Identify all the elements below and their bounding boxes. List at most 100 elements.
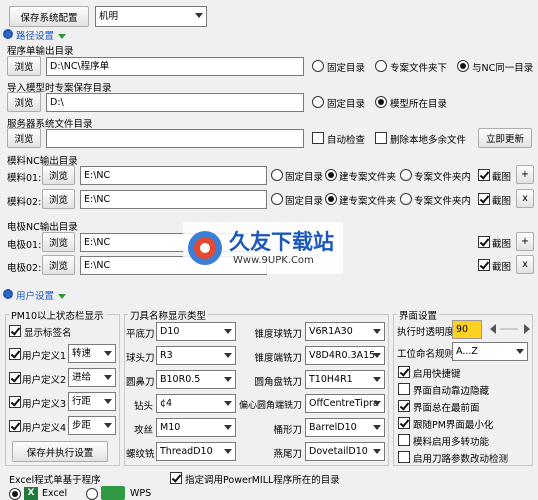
mold-row-2-radio-new-folder[interactable] [325, 193, 337, 205]
toolpath-detect-checkbox[interactable] [398, 451, 410, 463]
program-output-browse-button[interactable]: 浏览 [7, 56, 41, 76]
electrode-row-2-browse-button[interactable]: 浏览 [42, 255, 75, 275]
mold-row-2-input[interactable]: E:\NC [80, 190, 267, 209]
chevron-down-icon [224, 377, 232, 382]
model-save-radio-model[interactable] [375, 96, 387, 108]
user-define-2-checkbox[interactable] [9, 372, 21, 384]
mold-row-2-snapshot-checkbox[interactable] [478, 193, 490, 205]
program-output-radio-fixed[interactable] [312, 60, 324, 72]
chevron-down-icon [104, 399, 112, 404]
chevron-down-icon [373, 377, 381, 382]
watermark-logo-icon [188, 231, 222, 265]
tool-right-5-select[interactable]: BarrelD10 [305, 418, 385, 437]
tool-right-6-value: DovetailD10 [309, 446, 368, 457]
opacity-input[interactable]: 90 [452, 320, 482, 339]
auto-check-checkbox[interactable] [312, 132, 324, 144]
electrode-row-2-remove-button[interactable]: x [516, 255, 534, 274]
user-define-2-label: 用户定义2 [22, 375, 67, 386]
electrode-row-2-name: 电极02: [7, 263, 42, 274]
model-save-option-fixed: 固定目录 [327, 99, 366, 110]
user-define-2-select[interactable]: 进给 [68, 368, 116, 387]
multi-rotate-checkbox[interactable] [398, 434, 410, 446]
tool-right-1-select[interactable]: V6R1A30 [305, 322, 385, 341]
watermark: 久友下载站 Www.9UPK.Com [183, 222, 343, 274]
delete-local-checkbox[interactable] [375, 132, 387, 144]
program-output-radio-project[interactable] [375, 60, 387, 72]
tool-left-4-select[interactable]: ¢4 [156, 394, 236, 413]
wps-label: WPS [130, 488, 152, 499]
tool-left-5-label: 攻丝 [133, 425, 153, 436]
auto-hide-checkbox[interactable] [398, 383, 410, 395]
tool-right-2-label: 锥度端铣刀 [254, 353, 302, 364]
mold-row-1-add-button[interactable]: + [516, 165, 534, 184]
program-output-option-project: 专案文件夹下 [390, 63, 448, 74]
pm-dir-checkbox[interactable] [170, 472, 182, 484]
opacity-increase-icon[interactable] [524, 324, 530, 334]
tool-left-3-select[interactable]: B10R0.5 [156, 370, 236, 389]
tool-left-2-select[interactable]: R3 [156, 346, 236, 365]
user-define-1-value: 转速 [72, 348, 92, 359]
mold-row-2-radio-fixed[interactable] [271, 193, 283, 205]
user-settings-header[interactable]: 用户设置 [16, 288, 67, 302]
always-on-top-checkbox[interactable] [398, 400, 410, 412]
auto-check-label: 自动检查 [327, 135, 366, 146]
tool-right-6-select[interactable]: DovetailD10 [305, 442, 385, 461]
model-save-radio-fixed[interactable] [312, 96, 324, 108]
excel-title: Excel程式单基于程序 [9, 475, 101, 486]
tool-left-3-label: 圆鼻刀 [126, 377, 155, 388]
mold-row-1-radio-in-folder[interactable] [400, 169, 412, 181]
user-settings-title: 用户设置 [16, 291, 55, 302]
user-define-4-checkbox[interactable] [9, 420, 21, 432]
chevron-down-icon [104, 375, 112, 380]
user-define-4-label: 用户定义4 [22, 423, 67, 434]
chevron-down-icon [224, 449, 232, 454]
user-define-3-select[interactable]: 行距 [68, 392, 116, 411]
electrode-row-1-add-button[interactable]: + [516, 232, 534, 251]
mold-row-1-radio-new-folder[interactable] [325, 169, 337, 181]
tool-left-6-select[interactable]: ThreadD10 [156, 442, 236, 461]
tool-left-4-label: 钻头 [133, 401, 153, 412]
wps-radio[interactable] [86, 488, 98, 500]
mold-row-2-remove-button[interactable]: x [516, 189, 534, 208]
user-define-3-checkbox[interactable] [9, 396, 21, 408]
model-save-input[interactable]: D:\ [46, 93, 304, 112]
mold-row-2-browse-button[interactable]: 浏览 [42, 189, 75, 209]
gear-icon [3, 29, 13, 39]
machine-select[interactable]: 机明 [95, 6, 207, 27]
mold-row-1-input[interactable]: E:\NC [80, 166, 267, 185]
tool-right-3-select[interactable]: T10H4R1 [305, 370, 385, 389]
excel-radio[interactable] [9, 488, 21, 500]
mold-row-1-snapshot-checkbox[interactable] [478, 169, 490, 181]
naming-select[interactable]: A...Z [452, 342, 528, 361]
excel-label: Excel [42, 488, 68, 499]
mold-row-2-radio-in-folder[interactable] [400, 193, 412, 205]
chevron-down-icon [224, 329, 232, 334]
tool-left-1-select[interactable]: D10 [156, 322, 236, 341]
electrode-row-1-browse-button[interactable]: 浏览 [42, 232, 75, 252]
server-files-input[interactable] [46, 129, 304, 148]
opacity-decrease-icon[interactable] [490, 324, 496, 334]
tool-right-2-select[interactable]: V8D4R0.3A15 [305, 346, 385, 365]
enable-hotkey-checkbox[interactable] [398, 366, 410, 378]
server-files-browse-button[interactable]: 浏览 [7, 128, 41, 148]
user-define-4-select[interactable]: 步距 [68, 416, 116, 435]
mold-row-1-browse-button[interactable]: 浏览 [42, 165, 75, 185]
show-tag-checkbox[interactable] [9, 325, 21, 337]
program-output-input[interactable]: D:\NC\程序单 [46, 57, 304, 76]
user-define-1-checkbox[interactable] [9, 348, 21, 360]
tool-right-4-select[interactable]: OffCentreTipra [305, 394, 385, 413]
opacity-track[interactable] [500, 328, 518, 330]
chevron-down-icon [373, 425, 381, 430]
path-settings-header[interactable]: 路径设置 [16, 28, 67, 42]
save-run-button[interactable]: 保存并执行设置 [12, 441, 108, 462]
update-now-button[interactable]: 立即更新 [478, 128, 532, 148]
follow-minimize-checkbox[interactable] [398, 417, 410, 429]
user-define-1-select[interactable]: 转速 [68, 344, 116, 363]
tool-left-5-select[interactable]: M10 [156, 418, 236, 437]
electrode-row-1-snapshot-checkbox[interactable] [478, 236, 490, 248]
program-output-radio-nc[interactable] [457, 60, 469, 72]
mold-row-1-radio-fixed[interactable] [271, 169, 283, 181]
model-save-browse-button[interactable]: 浏览 [7, 92, 41, 112]
save-config-button[interactable]: 保存系统配置 [9, 6, 89, 27]
electrode-row-2-snapshot-checkbox[interactable] [478, 259, 490, 271]
